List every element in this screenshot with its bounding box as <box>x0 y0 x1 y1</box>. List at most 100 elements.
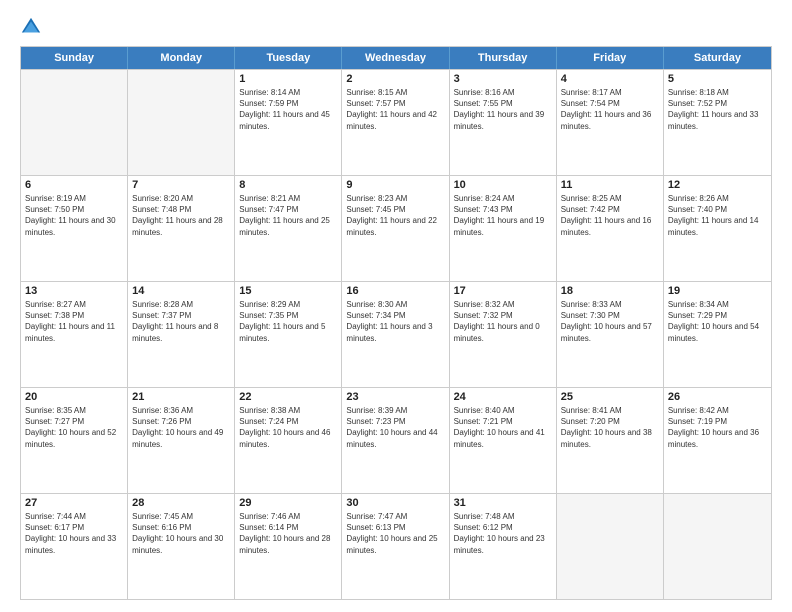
day-number: 21 <box>132 391 230 403</box>
calendar-cell: 13 Sunrise: 8:27 AM Sunset: 7:38 PM Dayli… <box>21 282 128 387</box>
calendar-cell: 20 Sunrise: 8:35 AM Sunset: 7:27 PM Dayli… <box>21 388 128 493</box>
day-number: 22 <box>239 391 337 403</box>
weekday-header-sunday: Sunday <box>21 47 128 69</box>
calendar-cell: 2Sunrise: 8:15 AM Sunset: 7:57 PM Daylig… <box>342 70 449 175</box>
cell-info: Sunrise: 7:45 AM Sunset: 6:16 PM Dayligh… <box>132 511 230 556</box>
cell-info: Sunrise: 8:14 AM Sunset: 7:59 PM Dayligh… <box>239 87 337 132</box>
calendar-cell: 25 Sunrise: 8:41 AM Sunset: 7:20 PM Dayli… <box>557 388 664 493</box>
calendar-cell: 15Sunrise: 8:29 AM Sunset: 7:35 PM Dayli… <box>235 282 342 387</box>
calendar-cell: 29 Sunrise: 7:46 AM Sunset: 6:14 PM Dayli… <box>235 494 342 599</box>
cell-info: Sunrise: 8:34 AM Sunset: 7:29 PM Dayligh… <box>668 299 767 344</box>
cell-info: Sunrise: 8:33 AM Sunset: 7:30 PM Dayligh… <box>561 299 659 344</box>
calendar-cell: 8 Sunrise: 8:21 AM Sunset: 7:47 PM Daylig… <box>235 176 342 281</box>
calendar-cell: 16 Sunrise: 8:30 AM Sunset: 7:34 PM Dayli… <box>342 282 449 387</box>
cell-info: Sunrise: 8:42 AM Sunset: 7:19 PM Dayligh… <box>668 405 767 450</box>
calendar-cell <box>557 494 664 599</box>
day-number: 18 <box>561 285 659 297</box>
calendar-cell <box>21 70 128 175</box>
calendar-row-3: 20 Sunrise: 8:35 AM Sunset: 7:27 PM Dayli… <box>21 387 771 493</box>
calendar-cell: 7Sunrise: 8:20 AM Sunset: 7:48 PM Daylig… <box>128 176 235 281</box>
cell-info: Sunrise: 8:27 AM Sunset: 7:38 PM Dayligh… <box>25 299 123 344</box>
calendar-cell: 21 Sunrise: 8:36 AM Sunset: 7:26 PM Dayli… <box>128 388 235 493</box>
cell-info: Sunrise: 8:38 AM Sunset: 7:24 PM Dayligh… <box>239 405 337 450</box>
page: SundayMondayTuesdayWednesdayThursdayFrid… <box>0 0 792 612</box>
logo <box>20 16 44 38</box>
cell-info: Sunrise: 8:36 AM Sunset: 7:26 PM Dayligh… <box>132 405 230 450</box>
day-number: 29 <box>239 497 337 509</box>
cell-info: Sunrise: 8:23 AM Sunset: 7:45 PM Dayligh… <box>346 193 444 238</box>
calendar-cell: 12 Sunrise: 8:26 AM Sunset: 7:40 PM Dayli… <box>664 176 771 281</box>
calendar-body: 1 Sunrise: 8:14 AM Sunset: 7:59 PM Daylig… <box>21 69 771 599</box>
day-number: 16 <box>346 285 444 297</box>
cell-info: Sunrise: 8:39 AM Sunset: 7:23 PM Dayligh… <box>346 405 444 450</box>
calendar-cell: 14 Sunrise: 8:28 AM Sunset: 7:37 PM Dayli… <box>128 282 235 387</box>
cell-info: Sunrise: 8:26 AM Sunset: 7:40 PM Dayligh… <box>668 193 767 238</box>
calendar-row-2: 13 Sunrise: 8:27 AM Sunset: 7:38 PM Dayli… <box>21 281 771 387</box>
calendar-cell: 3 Sunrise: 8:16 AM Sunset: 7:55 PM Daylig… <box>450 70 557 175</box>
cell-info: Sunrise: 8:30 AM Sunset: 7:34 PM Dayligh… <box>346 299 444 344</box>
day-number: 3 <box>454 73 552 85</box>
header <box>20 16 772 38</box>
day-number: 23 <box>346 391 444 403</box>
day-number: 7 <box>132 179 230 191</box>
day-number: 30 <box>346 497 444 509</box>
calendar-cell: 19Sunrise: 8:34 AM Sunset: 7:29 PM Dayli… <box>664 282 771 387</box>
calendar-cell: 26 Sunrise: 8:42 AM Sunset: 7:19 PM Dayli… <box>664 388 771 493</box>
calendar-cell: 5 Sunrise: 8:18 AM Sunset: 7:52 PM Daylig… <box>664 70 771 175</box>
day-number: 13 <box>25 285 123 297</box>
day-number: 24 <box>454 391 552 403</box>
calendar-cell: 11Sunrise: 8:25 AM Sunset: 7:42 PM Dayli… <box>557 176 664 281</box>
day-number: 14 <box>132 285 230 297</box>
cell-info: Sunrise: 8:19 AM Sunset: 7:50 PM Dayligh… <box>25 193 123 238</box>
weekday-header-monday: Monday <box>128 47 235 69</box>
day-number: 17 <box>454 285 552 297</box>
calendar-cell: 27Sunrise: 7:44 AM Sunset: 6:17 PM Dayli… <box>21 494 128 599</box>
logo-icon <box>20 16 42 38</box>
weekday-header-thursday: Thursday <box>450 47 557 69</box>
calendar-row-0: 1 Sunrise: 8:14 AM Sunset: 7:59 PM Daylig… <box>21 69 771 175</box>
day-number: 12 <box>668 179 767 191</box>
day-number: 5 <box>668 73 767 85</box>
day-number: 31 <box>454 497 552 509</box>
weekday-header-friday: Friday <box>557 47 664 69</box>
cell-info: Sunrise: 7:47 AM Sunset: 6:13 PM Dayligh… <box>346 511 444 556</box>
day-number: 9 <box>346 179 444 191</box>
calendar-cell: 28Sunrise: 7:45 AM Sunset: 6:16 PM Dayli… <box>128 494 235 599</box>
cell-info: Sunrise: 8:40 AM Sunset: 7:21 PM Dayligh… <box>454 405 552 450</box>
day-number: 25 <box>561 391 659 403</box>
cell-info: Sunrise: 8:21 AM Sunset: 7:47 PM Dayligh… <box>239 193 337 238</box>
day-number: 1 <box>239 73 337 85</box>
calendar-cell: 18 Sunrise: 8:33 AM Sunset: 7:30 PM Dayli… <box>557 282 664 387</box>
day-number: 20 <box>25 391 123 403</box>
calendar-cell: 1 Sunrise: 8:14 AM Sunset: 7:59 PM Daylig… <box>235 70 342 175</box>
calendar: SundayMondayTuesdayWednesdayThursdayFrid… <box>20 46 772 600</box>
cell-info: Sunrise: 8:29 AM Sunset: 7:35 PM Dayligh… <box>239 299 337 344</box>
calendar-cell: 31Sunrise: 7:48 AM Sunset: 6:12 PM Dayli… <box>450 494 557 599</box>
weekday-header-tuesday: Tuesday <box>235 47 342 69</box>
calendar-header: SundayMondayTuesdayWednesdayThursdayFrid… <box>21 47 771 69</box>
cell-info: Sunrise: 8:17 AM Sunset: 7:54 PM Dayligh… <box>561 87 659 132</box>
calendar-cell: 17Sunrise: 8:32 AM Sunset: 7:32 PM Dayli… <box>450 282 557 387</box>
cell-info: Sunrise: 8:41 AM Sunset: 7:20 PM Dayligh… <box>561 405 659 450</box>
calendar-cell <box>128 70 235 175</box>
cell-info: Sunrise: 8:24 AM Sunset: 7:43 PM Dayligh… <box>454 193 552 238</box>
day-number: 10 <box>454 179 552 191</box>
calendar-cell: 4Sunrise: 8:17 AM Sunset: 7:54 PM Daylig… <box>557 70 664 175</box>
cell-info: Sunrise: 7:46 AM Sunset: 6:14 PM Dayligh… <box>239 511 337 556</box>
cell-info: Sunrise: 8:28 AM Sunset: 7:37 PM Dayligh… <box>132 299 230 344</box>
cell-info: Sunrise: 7:44 AM Sunset: 6:17 PM Dayligh… <box>25 511 123 556</box>
day-number: 26 <box>668 391 767 403</box>
cell-info: Sunrise: 8:18 AM Sunset: 7:52 PM Dayligh… <box>668 87 767 132</box>
calendar-cell: 22 Sunrise: 8:38 AM Sunset: 7:24 PM Dayli… <box>235 388 342 493</box>
day-number: 2 <box>346 73 444 85</box>
day-number: 8 <box>239 179 337 191</box>
calendar-cell: 10 Sunrise: 8:24 AM Sunset: 7:43 PM Dayli… <box>450 176 557 281</box>
day-number: 6 <box>25 179 123 191</box>
cell-info: Sunrise: 8:35 AM Sunset: 7:27 PM Dayligh… <box>25 405 123 450</box>
calendar-row-1: 6 Sunrise: 8:19 AM Sunset: 7:50 PM Daylig… <box>21 175 771 281</box>
cell-info: Sunrise: 8:16 AM Sunset: 7:55 PM Dayligh… <box>454 87 552 132</box>
weekday-header-saturday: Saturday <box>664 47 771 69</box>
day-number: 11 <box>561 179 659 191</box>
weekday-header-wednesday: Wednesday <box>342 47 449 69</box>
calendar-cell: 24 Sunrise: 8:40 AM Sunset: 7:21 PM Dayli… <box>450 388 557 493</box>
